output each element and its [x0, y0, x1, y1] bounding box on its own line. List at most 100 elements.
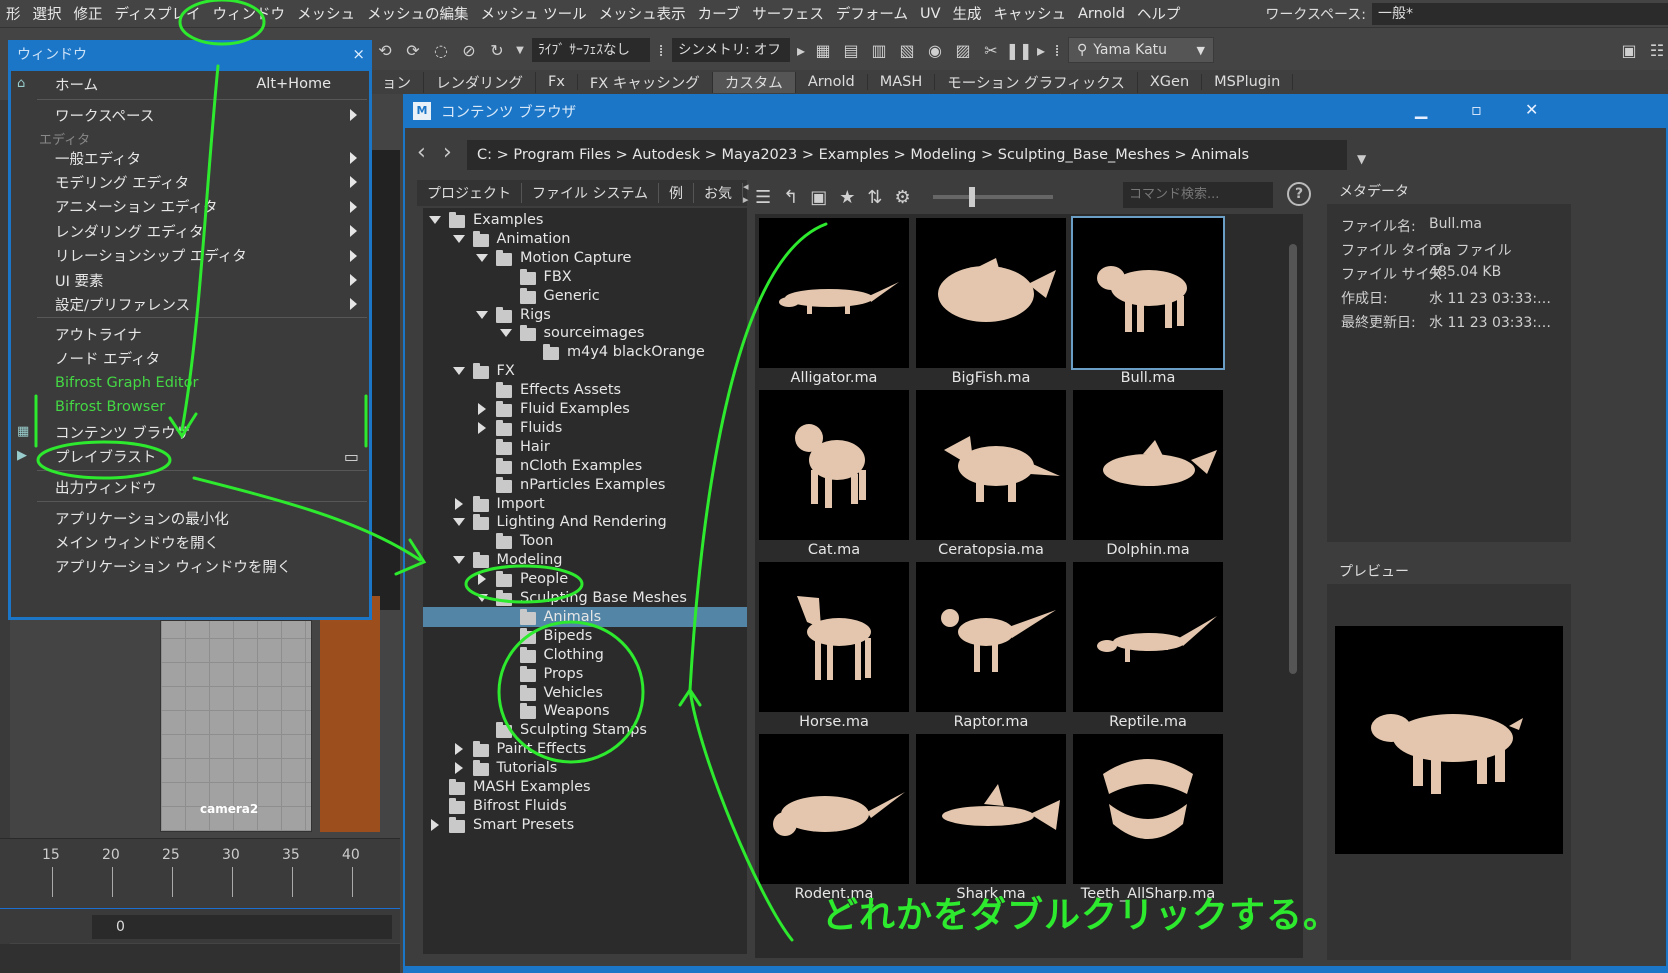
expand-right-icon[interactable]: [431, 818, 439, 831]
render-view-icon[interactable]: ▦: [812, 39, 834, 61]
file-thumbnail[interactable]: [916, 734, 1066, 884]
menubar-item[interactable]: ウィンドウ: [207, 3, 292, 24]
browser-tab[interactable]: お気: [694, 183, 744, 203]
tree-item[interactable]: FBX: [423, 267, 747, 287]
file-thumbnail[interactable]: [916, 390, 1066, 540]
tree-item[interactable]: Paint Effects: [423, 739, 747, 759]
shelf-tab[interactable]: レンダリング: [424, 71, 536, 93]
shelf-tab[interactable]: MSPlugin: [1202, 74, 1294, 90]
menu-item-output-window[interactable]: 出力ウィンドウ: [11, 474, 369, 500]
grid-scrollbar[interactable]: [1289, 224, 1299, 954]
expand-down-icon[interactable]: [452, 367, 465, 376]
path-bar[interactable]: C: > Program Files > Autodesk > Maya2023…: [467, 140, 1347, 170]
menu-item-playblast[interactable]: プレイブラスト ▶ ▭: [11, 443, 369, 469]
expand-arrow-icon[interactable]: ▸: [796, 39, 806, 61]
render-frame-icon[interactable]: ▤: [840, 39, 862, 61]
tree-item[interactable]: Generic: [423, 286, 747, 306]
menu-item-editor[interactable]: 設定/プリファレンス: [11, 291, 369, 317]
menu-item-home[interactable]: ホーム Alt+Home ⌂: [11, 71, 369, 97]
render-setup-icon[interactable]: ▨: [952, 39, 974, 61]
shelf-tab[interactable]: FX キャッシング: [578, 71, 713, 93]
menu-item-editor[interactable]: リレーションシップ エディタ: [11, 243, 369, 269]
tree-item[interactable]: Animals: [423, 606, 747, 627]
menu-item-open-app[interactable]: アプリケーション ウィンドウを開く: [11, 553, 369, 579]
menubar-item[interactable]: 修正: [68, 3, 109, 24]
tree-item[interactable]: Import: [423, 494, 747, 514]
option-box-icon[interactable]: ▭: [344, 447, 359, 466]
tree-item[interactable]: Hair: [423, 437, 747, 457]
tree-item[interactable]: Rigs: [423, 305, 747, 325]
shelf-tab[interactable]: Fx: [536, 74, 578, 90]
tree-item[interactable]: Effects Assets: [423, 380, 747, 400]
file-thumbnail[interactable]: [759, 218, 909, 368]
menu-item-content-browser[interactable]: コンテンツ ブラウザ ▦: [11, 419, 369, 445]
tree-item[interactable]: nParticles Examples: [423, 475, 747, 495]
menu-item-editor[interactable]: レンダリング エディタ: [11, 218, 369, 244]
symmetry-field[interactable]: シンメトリ: オフ: [672, 38, 790, 62]
browser-tab[interactable]: プロジェクト: [417, 183, 522, 203]
menu-item-workspace[interactable]: ワークスペース: [11, 102, 369, 128]
shelf-tab[interactable]: ョン: [370, 71, 424, 93]
expand-right-icon[interactable]: [478, 403, 486, 415]
render-settings-icon[interactable]: ▧: [896, 39, 918, 61]
pause-icon[interactable]: ❚❚: [1006, 39, 1033, 61]
tree-item[interactable]: Bipeds: [423, 626, 747, 646]
tree-item[interactable]: Bifrost Fluids: [423, 796, 747, 816]
tree-item[interactable]: Motion Capture: [423, 248, 747, 268]
parent-folder-icon[interactable]: ↰: [783, 187, 798, 208]
tree-item[interactable]: Sculpting Base Meshes: [423, 588, 747, 608]
menubar-item[interactable]: 選択: [27, 3, 68, 24]
expand-down-icon[interactable]: [429, 216, 441, 224]
menubar-item[interactable]: Arnold: [1072, 6, 1131, 22]
expand-down-icon[interactable]: [476, 310, 488, 319]
menubar-item[interactable]: デフォーム: [830, 3, 914, 24]
dropdown-arrow-icon[interactable]: ▼: [514, 39, 526, 61]
tree-item[interactable]: Weapons: [423, 701, 747, 721]
folder-tree[interactable]: Examples Animation Motion Capture FBX Generi…: [423, 208, 747, 954]
shelf-tab[interactable]: モーション グラフィックス: [935, 71, 1138, 93]
menu-item-outliner[interactable]: アウトライナ: [11, 321, 369, 347]
soft-select-icon[interactable]: ◌: [430, 39, 452, 61]
menubar-item[interactable]: ディスプレイ: [109, 3, 207, 24]
modeling-toolkit-icon[interactable]: ▣: [1618, 39, 1640, 61]
expand-down-icon[interactable]: [452, 556, 465, 565]
tree-item[interactable]: Toon: [423, 531, 747, 551]
user-account-button[interactable]: ⚲ Yama Katu ▼: [1068, 37, 1214, 63]
slider-handle[interactable]: [968, 187, 975, 207]
expand-down-icon[interactable]: [476, 594, 488, 602]
tree-item[interactable]: sourceimages: [423, 323, 747, 343]
menubar-item[interactable]: ヘルプ: [1131, 3, 1187, 24]
tree-item[interactable]: Examples: [423, 210, 747, 230]
menubar-item[interactable]: カーブ: [692, 3, 747, 24]
expand-right-icon[interactable]: [478, 421, 486, 434]
menubar-item[interactable]: キャッシュ: [988, 3, 1073, 24]
expand-right-icon[interactable]: [454, 762, 463, 775]
file-thumbnail[interactable]: [759, 734, 909, 884]
minimize-icon[interactable]: ▁: [1415, 100, 1427, 119]
expand-down-icon[interactable]: [452, 518, 465, 527]
tree-item[interactable]: FX: [423, 361, 747, 381]
tab-scroll-arrows-icon[interactable]: ◂ ▸: [743, 180, 753, 206]
tree-item[interactable]: Smart Presets: [423, 815, 747, 835]
tree-item[interactable]: Lighting And Rendering: [423, 512, 747, 532]
expand-right-icon[interactable]: [454, 497, 463, 510]
menubar-item[interactable]: 生成: [947, 3, 988, 24]
file-thumbnail[interactable]: [916, 562, 1066, 712]
range-field[interactable]: 0: [92, 915, 392, 939]
file-thumbnail[interactable]: [916, 218, 1066, 368]
browser-tab[interactable]: ファイル システム: [522, 183, 660, 203]
perspective-viewport[interactable]: [320, 596, 380, 832]
settings-gear-icon[interactable]: ⚙: [894, 187, 910, 208]
shelf-tab[interactable]: MASH: [868, 74, 936, 90]
shelf-tab[interactable]: カスタム: [712, 71, 796, 93]
menubar-item[interactable]: メッシュ: [291, 3, 361, 24]
menu-item-editor[interactable]: UI 要素: [11, 267, 369, 293]
tree-item[interactable]: nCloth Examples: [423, 456, 747, 476]
menu-item-editor[interactable]: モデリング エディタ: [11, 169, 369, 195]
menubar-item[interactable]: UV: [914, 6, 947, 22]
menubar-item[interactable]: メッシュ表示: [593, 3, 692, 24]
menu-item-minimize[interactable]: アプリケーションの最小化: [11, 505, 369, 531]
tree-item[interactable]: m4y4 blackOrange: [423, 342, 747, 362]
expand-down-icon[interactable]: [476, 253, 488, 262]
menubar-item[interactable]: 形: [0, 3, 27, 24]
